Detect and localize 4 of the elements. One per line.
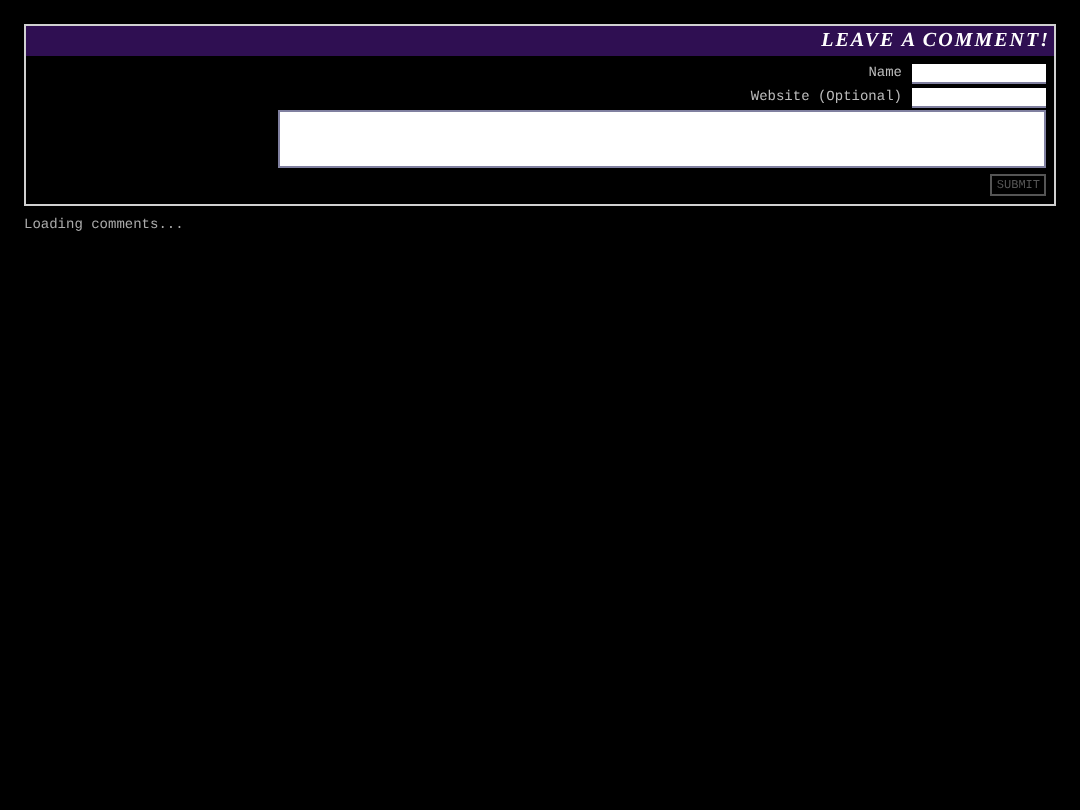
input-field[interactable] xyxy=(912,87,1046,108)
form-title: LEAVE A COMMENT! xyxy=(26,26,1054,56)
comment-textarea[interactable] xyxy=(278,110,1046,168)
input-field[interactable] xyxy=(912,64,1046,85)
